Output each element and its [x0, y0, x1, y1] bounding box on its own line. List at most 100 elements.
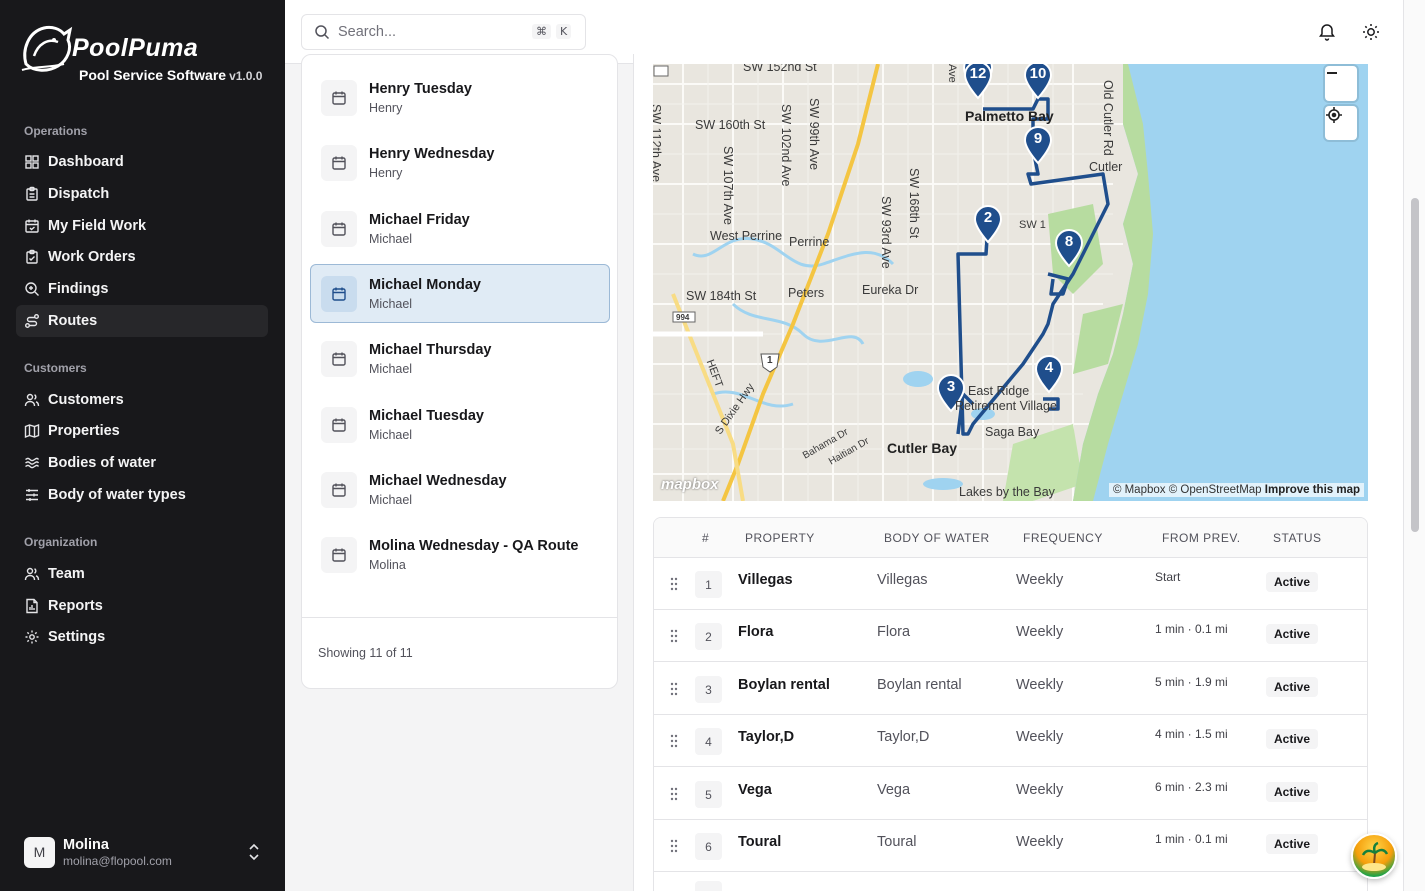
sidebar-item-dashboard[interactable]: Dashboard	[16, 146, 268, 178]
cell-property[interactable]: Boylan rental	[738, 677, 830, 693]
route-name: Henry Wednesday	[369, 145, 495, 162]
map-icon	[24, 423, 40, 439]
drag-handle-icon[interactable]	[670, 734, 678, 748]
map-label: Eureka Dr	[862, 283, 919, 297]
assistant-chat-button[interactable]	[1351, 833, 1397, 879]
calendar-icon	[332, 222, 346, 236]
zoom-out-button[interactable]	[1325, 66, 1357, 101]
sidebar-item-reports[interactable]: Reports	[16, 590, 268, 622]
bell-icon[interactable]	[1317, 22, 1337, 42]
map-label: Peters	[788, 286, 825, 300]
route-map[interactable]: 12 10 9 2 8 3 4 SW 152nd St Palmetto Bay…	[653, 64, 1368, 501]
status-badge: Active	[1266, 729, 1319, 749]
map-marker-2[interactable]: 2	[972, 204, 1004, 244]
drag-handle-icon[interactable]	[670, 577, 678, 591]
sidebar-item-bodies-of-water[interactable]: Bodies of water	[16, 447, 268, 479]
search-input[interactable]	[338, 24, 518, 40]
route-item[interactable]: Michael Tuesday Michael	[310, 395, 610, 454]
stop-number: 3	[695, 676, 722, 703]
route-item[interactable]: Henry Wednesday Henry	[310, 133, 610, 192]
route-name: Michael Friday	[369, 211, 470, 228]
cell-frequency: Weekly	[1016, 677, 1064, 693]
table-row[interactable]: 5 Vega Vega Weekly 6 min · 2.3 mi Active	[654, 768, 1367, 820]
map-label: SW 93rd Ave	[879, 196, 893, 269]
map-label: SW 107th Ave	[721, 146, 735, 225]
sidebar-item-work-orders[interactable]: Work Orders	[16, 241, 268, 273]
route-icon-box	[321, 79, 357, 116]
sidebar-item-my-field-work[interactable]: My Field Work	[16, 210, 268, 242]
marker-label: 3	[946, 378, 956, 395]
map-attribution-text[interactable]: © Mapbox © OpenStreetMap	[1113, 484, 1262, 496]
drag-handle-icon[interactable]	[670, 787, 678, 801]
sidebar-item-properties[interactable]: Properties	[16, 415, 268, 447]
route-item[interactable]: Michael Thursday Michael	[310, 329, 610, 388]
column-header-number: #	[702, 531, 710, 545]
status-badge: Active	[1266, 624, 1319, 644]
map-label: Perrine	[789, 235, 830, 249]
waves-icon	[25, 457, 40, 469]
drag-handle-icon[interactable]	[670, 839, 678, 853]
sun-icon[interactable]	[1361, 22, 1381, 42]
route-item[interactable]: Michael Wednesday Michael	[310, 460, 610, 519]
table-row-partial[interactable]	[654, 873, 1367, 891]
map-attribution[interactable]: © Mapbox © OpenStreetMap Improve this ma…	[1108, 483, 1364, 497]
improve-map-link[interactable]: Improve this map	[1265, 484, 1360, 496]
cell-from-prev: 5 min · 1.9 mi	[1155, 675, 1228, 689]
cell-property[interactable]: Toural	[738, 834, 781, 850]
sidebar-item-team[interactable]: Team	[16, 558, 268, 590]
sidebar-item-label: Findings	[48, 281, 109, 297]
marker-label: 4	[1044, 359, 1054, 376]
route-name: Michael Tuesday	[369, 407, 484, 424]
mapbox-logo[interactable]: mapbox	[661, 476, 719, 493]
brand[interactable]: PoolPuma Pool Service Software v1.0.0	[16, 18, 276, 88]
search-box[interactable]: ⌘ K	[301, 14, 586, 50]
scroll-thumb[interactable]	[1411, 198, 1419, 532]
route-name: Molina Wednesday - QA Route	[369, 537, 579, 554]
sidebar-item-settings[interactable]: Settings	[16, 621, 268, 653]
cell-property[interactable]: Flora	[738, 624, 773, 640]
map-label: SW 112th Ave	[653, 104, 663, 183]
route-name: Michael Wednesday	[369, 472, 507, 489]
route-item[interactable]: Henry Tuesday Henry	[310, 68, 610, 127]
map-marker-4[interactable]: 4	[1033, 354, 1065, 394]
section-title-operations: Operations	[24, 124, 88, 138]
column-header-property: PROPERTY	[745, 531, 815, 545]
calendar-icon	[332, 156, 346, 170]
route-item-selected[interactable]: Michael Monday Michael	[310, 264, 610, 323]
marker-label: 9	[1033, 130, 1043, 147]
route-tech: Henry	[369, 100, 403, 115]
user-email: molina@flopool.com	[63, 853, 172, 868]
geolocate-button[interactable]	[1325, 106, 1357, 140]
route-name: Michael Thursday	[369, 341, 492, 358]
route-icon-box	[321, 536, 357, 573]
page-scrollbar[interactable]	[1403, 0, 1425, 891]
route-item[interactable]: Michael Friday Michael	[310, 199, 610, 258]
map-marker-8[interactable]: 8	[1053, 228, 1085, 268]
table-row[interactable]: 2 Flora Flora Weekly 1 min · 0.1 mi Acti…	[654, 610, 1367, 662]
cell-property[interactable]: Taylor,D	[738, 729, 794, 745]
cell-property[interactable]: Villegas	[738, 572, 793, 588]
map-marker-9[interactable]: 9	[1022, 125, 1054, 165]
cell-property[interactable]: Vega	[738, 782, 772, 798]
table-row[interactable]: 1 Villegas Villegas Weekly Start Active	[654, 558, 1367, 610]
brand-subtitle: Pool Service Software v1.0.0	[79, 67, 262, 83]
table-row[interactable]: 4 Taylor,D Taylor,D Weekly 4 min · 1.5 m…	[654, 715, 1367, 767]
user-menu[interactable]: M Molina molina@flopool.com	[16, 830, 268, 874]
team-icon	[24, 567, 40, 581]
map-label: SW 102nd Ave	[779, 104, 793, 187]
drag-handle-icon[interactable]	[670, 682, 678, 696]
stop-number: 2	[695, 623, 722, 650]
sidebar-item-customers[interactable]: Customers	[16, 384, 268, 416]
sidebar-item-findings[interactable]: Findings	[16, 273, 268, 305]
sidebar-item-dispatch[interactable]: Dispatch	[16, 178, 268, 210]
sidebar-item-body-of-water-types[interactable]: Body of water types	[16, 479, 268, 511]
table-row[interactable]: 3 Boylan rental Boylan rental Weekly 5 m…	[654, 663, 1367, 715]
route-item[interactable]: Molina Wednesday - QA Route Molina	[310, 525, 610, 584]
sidebar-item-routes[interactable]: Routes	[16, 305, 268, 337]
map-label: 994	[676, 313, 690, 322]
marker-label: 12	[969, 65, 987, 82]
map-marker-10[interactable]: 10	[1022, 64, 1054, 100]
map-marker-12[interactable]: 12	[962, 64, 994, 100]
drag-handle-icon[interactable]	[670, 629, 678, 643]
table-row[interactable]: 6 Toural Toural Weekly 1 min · 0.1 mi Ac…	[654, 820, 1367, 872]
